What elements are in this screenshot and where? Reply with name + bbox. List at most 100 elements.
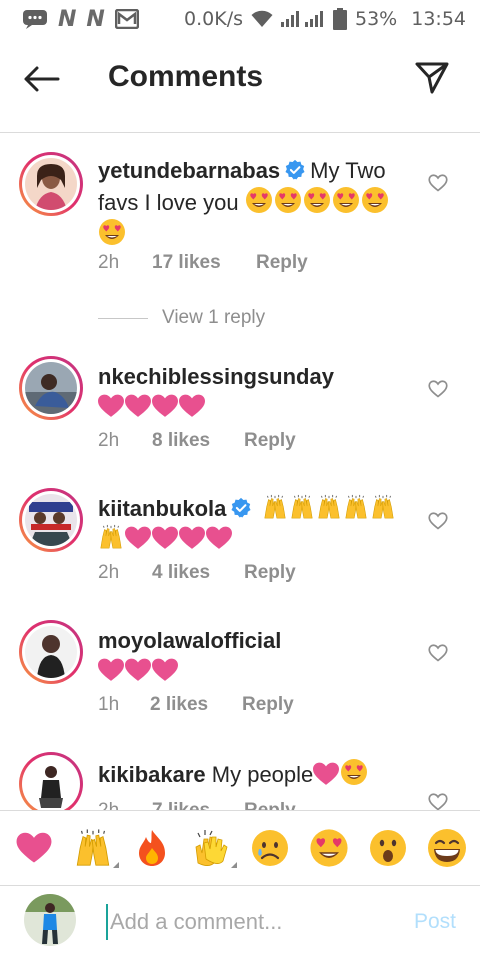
- comment-composer: Post: [0, 886, 480, 960]
- heart-eyes-emoji: [245, 186, 273, 214]
- mail-icon: [114, 9, 139, 29]
- comment-username[interactable]: nkechiblessingsunday: [98, 364, 334, 389]
- verified-badge-icon: [230, 497, 252, 519]
- pink-heart-emoji: [152, 658, 178, 682]
- comment-likes[interactable]: 17 likes: [152, 252, 256, 274]
- like-comment-heart-icon[interactable]: [428, 379, 448, 399]
- paper-plane-icon: [415, 62, 449, 94]
- surprised-face-icon: [369, 830, 406, 866]
- comment-likes[interactable]: 8 likes: [152, 430, 244, 452]
- pink-heart-emoji: [179, 526, 205, 550]
- pink-heart-emoji: [313, 762, 339, 786]
- heart-eyes-emoji: [332, 186, 360, 214]
- network-n-icon: N: [58, 6, 77, 32]
- comment-meta: 2h 4 likes Reply: [98, 562, 296, 584]
- view-replies-button[interactable]: View 1 reply: [98, 307, 265, 329]
- comment-username[interactable]: kikibakare: [98, 762, 206, 787]
- avatar-image: [25, 494, 77, 546]
- comment-time: 2h: [98, 800, 152, 810]
- like-comment-heart-icon[interactable]: [428, 792, 448, 810]
- comment-username[interactable]: kiitanbukola: [98, 496, 226, 521]
- current-user-avatar[interactable]: [24, 894, 76, 946]
- comment-likes[interactable]: 4 likes: [152, 562, 244, 584]
- battery-percent: 53%: [355, 8, 398, 30]
- comment-meta: 2h 8 likes Reply: [98, 430, 296, 452]
- back-button[interactable]: [22, 64, 62, 94]
- comment-likes[interactable]: 2 likes: [150, 694, 242, 716]
- status-bar-right: 0.0K/s 53% 13:54: [184, 8, 466, 30]
- avatar-image: [25, 758, 77, 810]
- comment-time: 2h: [98, 562, 120, 583]
- emoji-sad-button[interactable]: [248, 826, 292, 870]
- reply-button[interactable]: Reply: [244, 430, 296, 452]
- pink-heart-emoji: [152, 394, 178, 418]
- emoji-clapping-button[interactable]: [189, 826, 237, 870]
- skin-tone-indicator: [112, 862, 119, 868]
- raised-hands-emoji: [370, 494, 396, 520]
- emoji-pink-heart-button[interactable]: [12, 826, 56, 870]
- status-bar: N N 0.0K/s 53% 13:54: [0, 0, 480, 38]
- network-speed: 0.0K/s: [184, 8, 243, 30]
- pink-heart-emoji: [179, 394, 205, 418]
- avatar[interactable]: [19, 356, 83, 420]
- network-n-icon: N: [86, 6, 105, 32]
- status-bar-left: N N: [22, 7, 139, 32]
- skin-tone-indicator: [230, 862, 237, 868]
- comment-text: kikibakare My people: [98, 758, 418, 790]
- like-comment-heart-icon[interactable]: [428, 511, 448, 531]
- emoji-surprised-button[interactable]: [366, 826, 410, 870]
- comment-meta: 1h 2 likes Reply: [98, 694, 294, 716]
- reply-button[interactable]: Reply: [256, 252, 308, 274]
- reply-button[interactable]: Reply: [244, 562, 296, 584]
- comments-list[interactable]: yetundebarnabas My Two favs I love you 2h…: [0, 134, 480, 810]
- pink-heart-emoji: [125, 394, 151, 418]
- fire-icon: [138, 830, 165, 866]
- like-comment-heart-icon[interactable]: [428, 173, 448, 193]
- avatar[interactable]: [19, 488, 83, 552]
- comment-body-cont: favs I love you: [98, 190, 239, 215]
- comment-text: moyolawalofficial: [98, 626, 418, 686]
- avatar[interactable]: [19, 620, 83, 684]
- reply-button[interactable]: Reply: [244, 800, 296, 810]
- comment-meta: 2h 17 likes Reply: [98, 252, 308, 274]
- comment-time: 2h: [98, 430, 120, 451]
- raised-hands-emoji: [289, 494, 315, 520]
- emoji-raised-hands-button[interactable]: [71, 826, 119, 870]
- comment-meta: 2h 7 likes Reply: [98, 800, 296, 810]
- comment-text: nkechiblessingsunday: [98, 362, 418, 422]
- clock: 13:54: [411, 8, 466, 30]
- pink-heart-emoji: [125, 658, 151, 682]
- battery-icon: [333, 8, 347, 30]
- emoji-heart-eyes-button[interactable]: [307, 826, 351, 870]
- comment-likes[interactable]: 7 likes: [152, 800, 244, 810]
- comment-username[interactable]: moyolawalofficial: [98, 628, 281, 653]
- avatar[interactable]: [19, 152, 83, 216]
- raised-hands-emoji: [98, 524, 124, 550]
- wifi-icon: [251, 10, 273, 28]
- pink-heart-emoji: [98, 658, 124, 682]
- message-icon: [22, 9, 48, 29]
- avatar-image: [25, 158, 77, 210]
- comment-input[interactable]: [106, 904, 386, 940]
- header: Comments: [0, 38, 480, 133]
- emoji-fire-button[interactable]: [130, 826, 174, 870]
- comment-text: yetundebarnabas My Two favs I love you: [98, 156, 418, 250]
- raised-hands-emoji: [262, 494, 288, 520]
- pink-heart-emoji: [98, 394, 124, 418]
- avatar[interactable]: [19, 752, 83, 810]
- comment-time: 2h: [98, 252, 120, 273]
- emoji-grinning-button[interactable]: [425, 826, 469, 870]
- share-button[interactable]: [414, 60, 450, 96]
- grinning-face-icon: [427, 829, 466, 867]
- clapping-hands-icon: [195, 830, 227, 866]
- view-replies-label: View 1 reply: [162, 307, 266, 328]
- replies-divider: [98, 317, 148, 319]
- comment-username[interactable]: yetundebarnabas: [98, 158, 280, 183]
- raised-hands-emoji: [316, 494, 342, 520]
- post-button[interactable]: Post: [414, 910, 456, 934]
- like-comment-heart-icon[interactable]: [428, 643, 448, 663]
- comment-time: 1h: [98, 694, 120, 715]
- avatar-image: [25, 626, 77, 678]
- reply-button[interactable]: Reply: [242, 694, 294, 716]
- verified-badge-icon: [284, 159, 306, 181]
